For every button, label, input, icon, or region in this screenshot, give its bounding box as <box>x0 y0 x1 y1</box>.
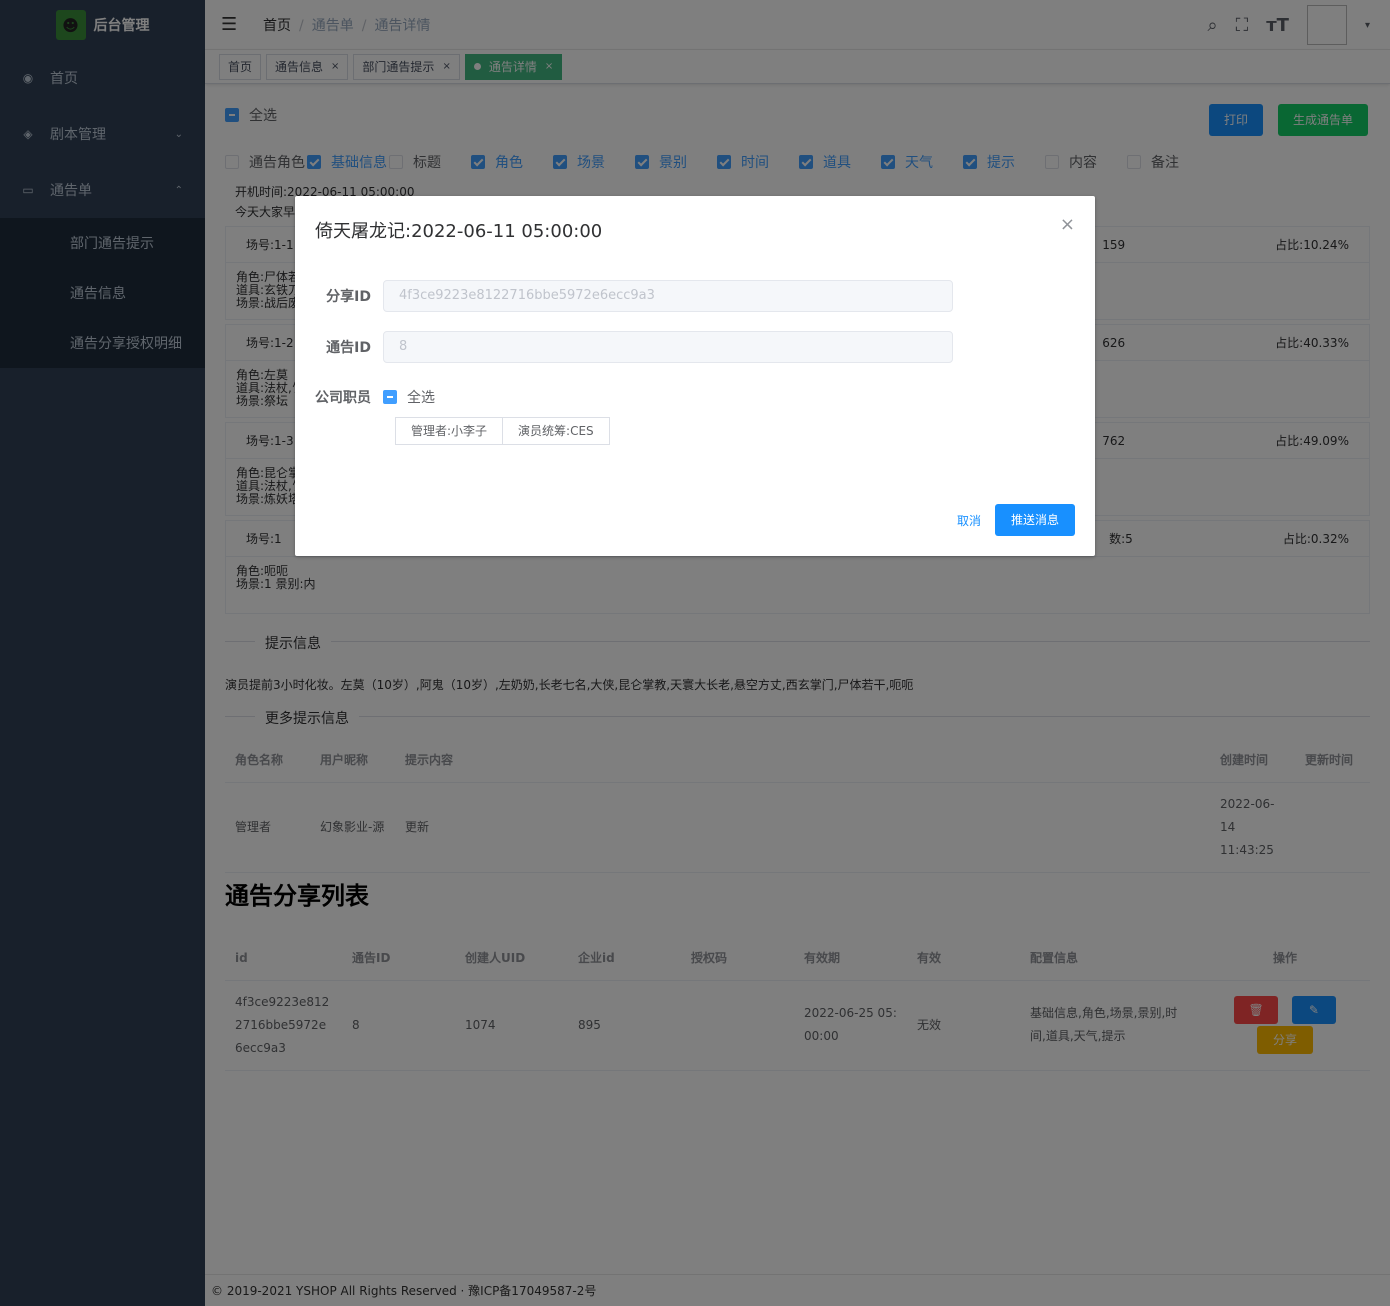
share-id-row: 分享ID 4f3ce9223e8122716bbe5972e6ecc9a3 <box>295 280 953 312</box>
staff-select-all[interactable]: 全选 <box>383 387 435 407</box>
share-dialog: 倚天屠龙记:2022-06-11 05:00:00 × 分享ID 4f3ce92… <box>295 196 1095 556</box>
close-icon[interactable]: × <box>1060 214 1075 235</box>
staff-row: 公司职员 全选 <box>295 387 435 407</box>
staff-checkbox-group: 管理者:小李子 演员统筹:CES <box>395 417 610 445</box>
dialog-title: 倚天屠龙记:2022-06-11 05:00:00 <box>315 221 603 242</box>
checkbox-icon <box>383 390 397 404</box>
staff-option[interactable]: 演员统筹:CES <box>503 417 610 445</box>
cancel-button[interactable]: 取消 <box>957 512 981 529</box>
share-id-label: 分享ID <box>326 289 371 305</box>
notice-id-row: 通告ID 8 <box>295 331 953 363</box>
staff-label: 公司职员 <box>315 390 371 406</box>
select-all-label: 全选 <box>407 390 435 406</box>
push-message-button[interactable]: 推送消息 <box>995 504 1076 536</box>
notice-id-field[interactable]: 8 <box>383 331 953 363</box>
notice-id-label: 通告ID <box>326 340 371 356</box>
staff-option[interactable]: 管理者:小李子 <box>395 417 504 445</box>
share-id-field[interactable]: 4f3ce9223e8122716bbe5972e6ecc9a3 <box>383 280 953 312</box>
